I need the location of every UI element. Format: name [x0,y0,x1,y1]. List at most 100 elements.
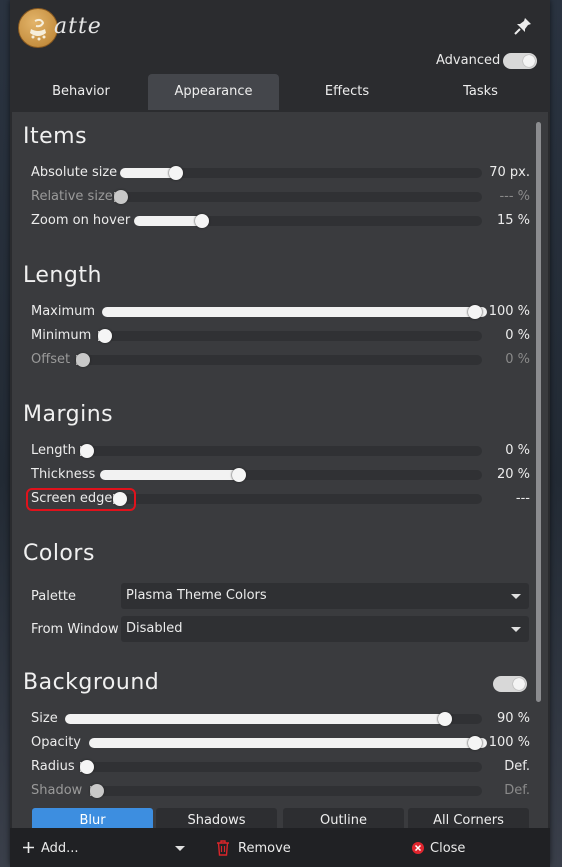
offset-value: 0 % [505,352,530,367]
close-icon [412,842,424,854]
tab-outline[interactable]: Outline [283,808,404,828]
latte-logo-icon [18,8,58,48]
bg-opacity-slider[interactable] [89,736,487,750]
tab-shadows[interactable]: Shadows [156,808,277,828]
palette-combobox[interactable]: Plasma Theme Colors [121,583,529,609]
slider-fill [102,307,487,317]
screen-edge-slider[interactable] [113,492,482,506]
minimum-label: Minimum [31,328,92,343]
slider-handle[interactable] [114,190,128,204]
add-button[interactable]: Add... [18,828,190,867]
maximum-slider[interactable] [102,305,487,319]
thickness-slider[interactable] [100,468,482,482]
window-header: atte Advanced Behavior Appearance Effect… [10,0,550,112]
tab-bar: Behavior Appearance Effects Tasks [14,74,546,110]
screen-edge-value: --- [515,491,530,506]
advanced-toggle[interactable] [503,53,537,69]
bg-radius-value: Def. [504,759,530,774]
minimum-slider[interactable] [98,329,482,343]
from-window-label: From Window [31,622,119,637]
absolute-size-label: Absolute size [31,165,118,180]
chevron-down-icon [175,846,185,851]
slider-handle[interactable] [194,214,209,228]
row-offset: Offset 0 % [12,349,542,371]
slider-handle[interactable] [438,712,453,726]
chevron-down-icon [511,594,521,599]
margin-length-label: Length [31,443,76,458]
row-zoom-on-hover: Zoom on hover 15 % [12,210,542,232]
from-window-selected: Disabled [126,621,183,636]
appearance-page: Items Absolute size 70 px. Relative size… [12,112,548,828]
relative-size-slider[interactable] [114,190,482,204]
bg-size-slider[interactable] [65,712,482,726]
slider-handle[interactable] [231,468,246,482]
tab-tasks[interactable]: Tasks [415,74,546,110]
bg-radius-slider[interactable] [80,760,482,774]
remove-button[interactable]: Remove [214,828,314,867]
slider-fill [100,470,239,480]
relative-size-value: --- % [499,189,530,204]
tab-behavior[interactable]: Behavior [14,74,148,110]
palette-label: Palette [31,589,77,604]
footer-bar: Add... Remove Close [10,828,550,867]
background-tab-bar: Blur Shadows Outline All Corners [32,808,529,828]
tab-effects[interactable]: Effects [279,74,415,110]
bg-shadow-label: Shadow [31,783,83,798]
slider-handle[interactable] [468,736,482,750]
slider-fill [134,216,202,226]
row-bg-opacity: Opacity 100 % [12,732,542,754]
absolute-size-slider[interactable] [120,166,482,180]
add-button-label: Add... [41,841,79,856]
bg-radius-label: Radius [31,759,75,774]
bg-shadow-value: Def. [504,783,530,798]
zoom-on-hover-slider[interactable] [134,214,482,228]
latte-settings-window: atte Advanced Behavior Appearance Effect… [10,0,550,867]
row-minimum: Minimum 0 % [12,325,542,347]
app-title: atte [54,14,102,39]
bg-opacity-label: Opacity [31,735,82,750]
offset-label: Offset [31,352,71,367]
thickness-value: 20 % [496,467,530,482]
section-title-colors: Colors [23,541,95,566]
margin-length-value: 0 % [505,443,530,458]
relative-size-label: Relative size [31,189,113,204]
slider-handle[interactable] [76,353,90,367]
slider-fill [65,714,446,724]
section-title-items: Items [23,124,88,149]
section-title-background: Background [23,670,160,695]
close-button[interactable]: Close [410,828,490,867]
slider-handle[interactable] [80,760,94,774]
zoom-on-hover-label: Zoom on hover [31,213,131,228]
bg-size-value: 90 % [496,711,530,726]
slider-handle[interactable] [468,305,482,319]
screen-edge-highlight [26,488,136,511]
background-toggle[interactable] [493,676,527,692]
advanced-label: Advanced [436,53,501,68]
slider-handle[interactable] [80,444,94,458]
row-bg-shadow: Shadow Def. [12,780,542,802]
trash-icon [217,840,229,856]
row-absolute-size: Absolute size 70 px. [12,162,542,184]
slider-handle[interactable] [168,166,183,180]
tab-blur[interactable]: Blur [32,808,153,828]
margin-length-slider[interactable] [80,444,482,458]
tab-all-corners[interactable]: All Corners [408,808,529,828]
absolute-size-value: 70 px. [489,165,530,180]
chevron-down-icon [511,627,521,632]
row-thickness: Thickness 20 % [12,464,542,486]
row-relative-size: Relative size --- % [12,186,542,208]
slider-handle[interactable] [98,329,112,343]
close-button-label: Close [430,841,466,856]
slider-fill [120,168,176,178]
bg-size-label: Size [31,711,58,726]
slider-handle[interactable] [90,784,104,798]
offset-slider[interactable] [76,353,482,367]
row-margin-length: Length 0 % [12,440,542,462]
tab-appearance[interactable]: Appearance [148,74,279,110]
pin-icon[interactable] [512,15,534,37]
row-bg-radius: Radius Def. [12,756,542,778]
from-window-combobox[interactable]: Disabled [121,616,529,642]
bg-shadow-slider[interactable] [90,784,482,798]
palette-selected: Plasma Theme Colors [126,588,267,603]
scrollbar[interactable] [536,122,541,702]
